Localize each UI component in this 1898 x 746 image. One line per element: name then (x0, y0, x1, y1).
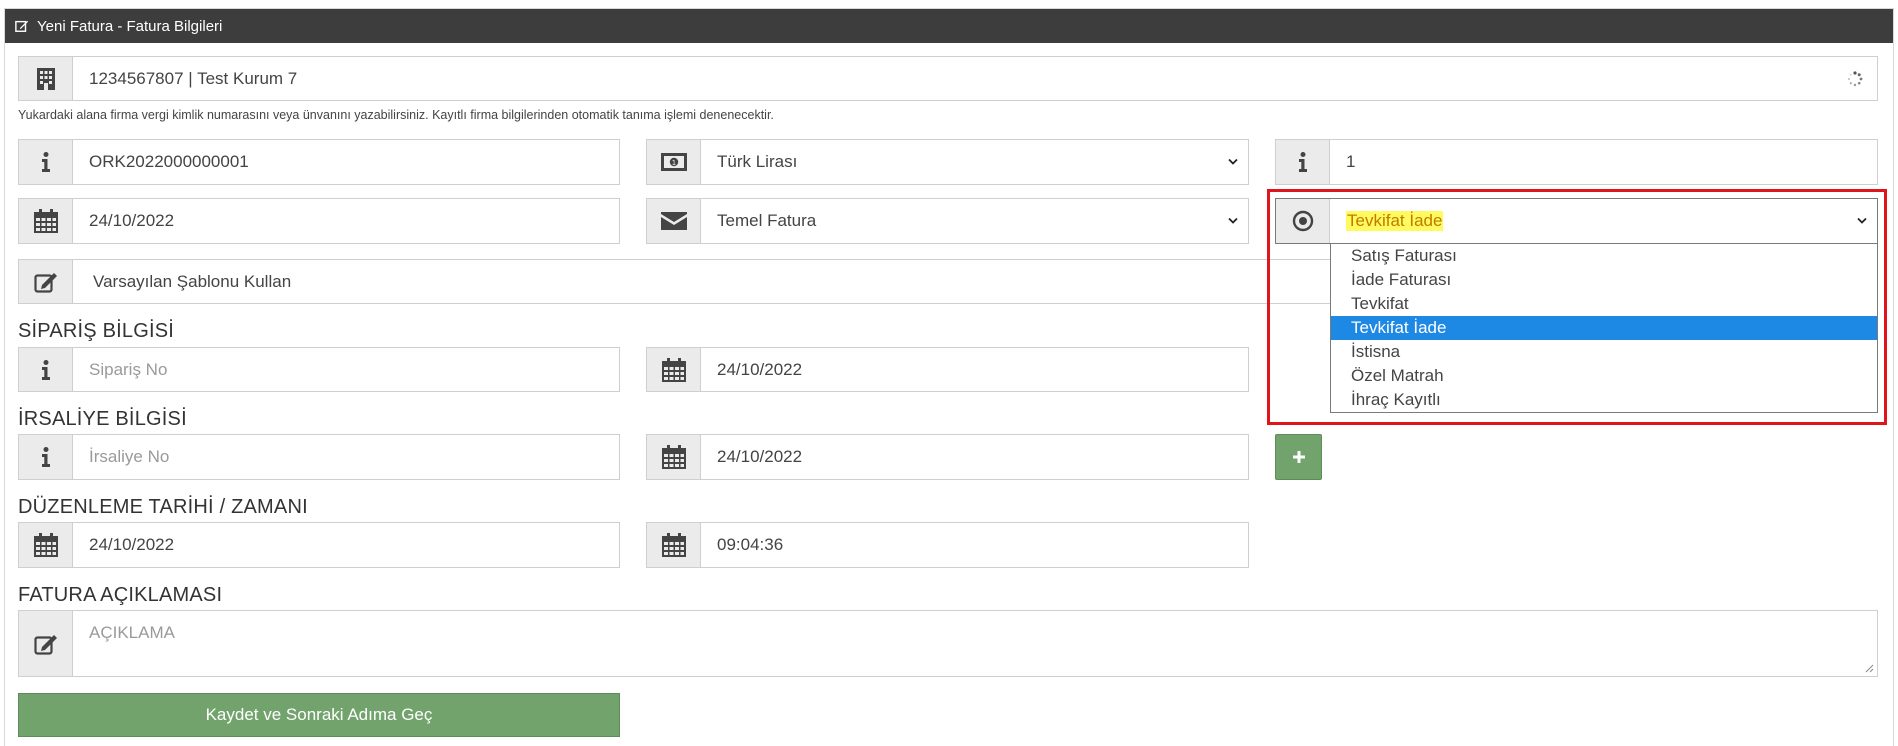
order-number-input[interactable]: Sipariş No (18, 347, 620, 392)
calendar-icon (33, 533, 58, 557)
calendar-icon-addon (19, 199, 73, 243)
edit-icon (33, 634, 57, 655)
info-icon (41, 447, 50, 467)
description-section-title: FATURA AÇIKLAMASI (18, 584, 223, 606)
issue-date-input[interactable]: 24/10/2022 (18, 522, 620, 568)
order-date-value: 24/10/2022 (717, 359, 803, 379)
chevron-down-icon (1228, 158, 1238, 165)
info-icon-addon (19, 140, 73, 184)
issue-date-value: 24/10/2022 (89, 535, 175, 554)
info-icon-addon (19, 435, 73, 479)
plus-icon (1292, 451, 1305, 463)
calendar-icon (33, 209, 58, 233)
loading-spinner-icon (1848, 70, 1863, 86)
scenario-select[interactable]: Temel Fatura (646, 198, 1249, 244)
invoice-number-value: ORK2022000000001 (89, 152, 249, 171)
calendar-icon (661, 445, 686, 469)
calendar-icon-addon (647, 435, 701, 479)
order-section-title: SİPARİŞ BİLGİSİ (18, 320, 175, 342)
resize-handle-icon[interactable] (1865, 664, 1874, 673)
order-number-placeholder: Sipariş No (89, 359, 168, 379)
issue-time-value: 09:04:36 (717, 535, 784, 554)
issue-time-input[interactable]: 09:04:36 (646, 522, 1249, 568)
envelope-icon (660, 212, 687, 230)
calendar-icon-addon (647, 523, 701, 567)
building-icon-addon (19, 57, 73, 100)
exchange-rate-value: 1 (1346, 152, 1356, 171)
money-icon: 1 (660, 153, 687, 171)
envelope-icon-addon (647, 199, 701, 243)
invoice-number-input[interactable]: ORK2022000000001 (18, 139, 620, 185)
currency-select[interactable]: 1 Türk Lirası (646, 139, 1249, 185)
panel-title: Yeni Fatura - Fatura Bilgileri (37, 17, 223, 35)
highlight-box (1267, 189, 1887, 425)
calendar-icon (661, 357, 686, 382)
calendar-icon (661, 533, 686, 557)
edit-icon-addon (19, 260, 73, 303)
exchange-rate-input[interactable]: 1 (1275, 139, 1878, 185)
dispatch-number-placeholder: İrsaliye No (89, 447, 170, 466)
add-dispatch-button[interactable] (1275, 434, 1322, 480)
description-placeholder: AÇIKLAMA (89, 623, 175, 642)
calendar-icon-addon (647, 348, 701, 391)
calendar-icon-addon (19, 523, 73, 567)
edit-icon (33, 272, 57, 293)
currency-value: Türk Lirası (717, 152, 798, 171)
company-search-input[interactable]: 1234567807 | Test Kurum 7 (18, 56, 1878, 101)
info-icon-addon (1276, 140, 1330, 184)
panel-header: Yeni Fatura - Fatura Bilgileri (5, 9, 1893, 43)
issue-section-title: DÜZENLEME TARİHİ / ZAMANI (18, 496, 308, 518)
edit-icon-addon (19, 611, 73, 676)
order-date-input[interactable]: 24/10/2022 (646, 347, 1249, 392)
scenario-value: Temel Fatura (717, 211, 817, 230)
dispatch-section-title: İRSALİYE BİLGİSİ (18, 408, 187, 430)
company-search-hint: Yukardaki alana firma vergi kimlik numar… (18, 108, 774, 122)
dispatch-number-input[interactable]: İrsaliye No (18, 434, 620, 480)
chevron-down-icon (1228, 217, 1238, 224)
info-icon (41, 152, 50, 172)
company-search-value: 1234567807 | Test Kurum 7 (89, 68, 298, 88)
description-textarea[interactable]: AÇIKLAMA (18, 610, 1878, 677)
building-icon (36, 67, 55, 90)
dispatch-date-value: 24/10/2022 (717, 447, 803, 466)
invoice-date-input[interactable]: 24/10/2022 (18, 198, 620, 244)
info-icon (1298, 152, 1307, 172)
money-icon-addon: 1 (647, 140, 701, 184)
edit-icon (15, 20, 29, 32)
save-and-continue-button[interactable]: Kaydet ve Sonraki Adıma Geç (18, 693, 620, 737)
info-icon-addon (19, 348, 73, 391)
dispatch-date-input[interactable]: 24/10/2022 (646, 434, 1249, 480)
svg-text:1: 1 (671, 159, 675, 167)
info-icon (41, 359, 50, 380)
invoice-date-value: 24/10/2022 (89, 211, 175, 230)
